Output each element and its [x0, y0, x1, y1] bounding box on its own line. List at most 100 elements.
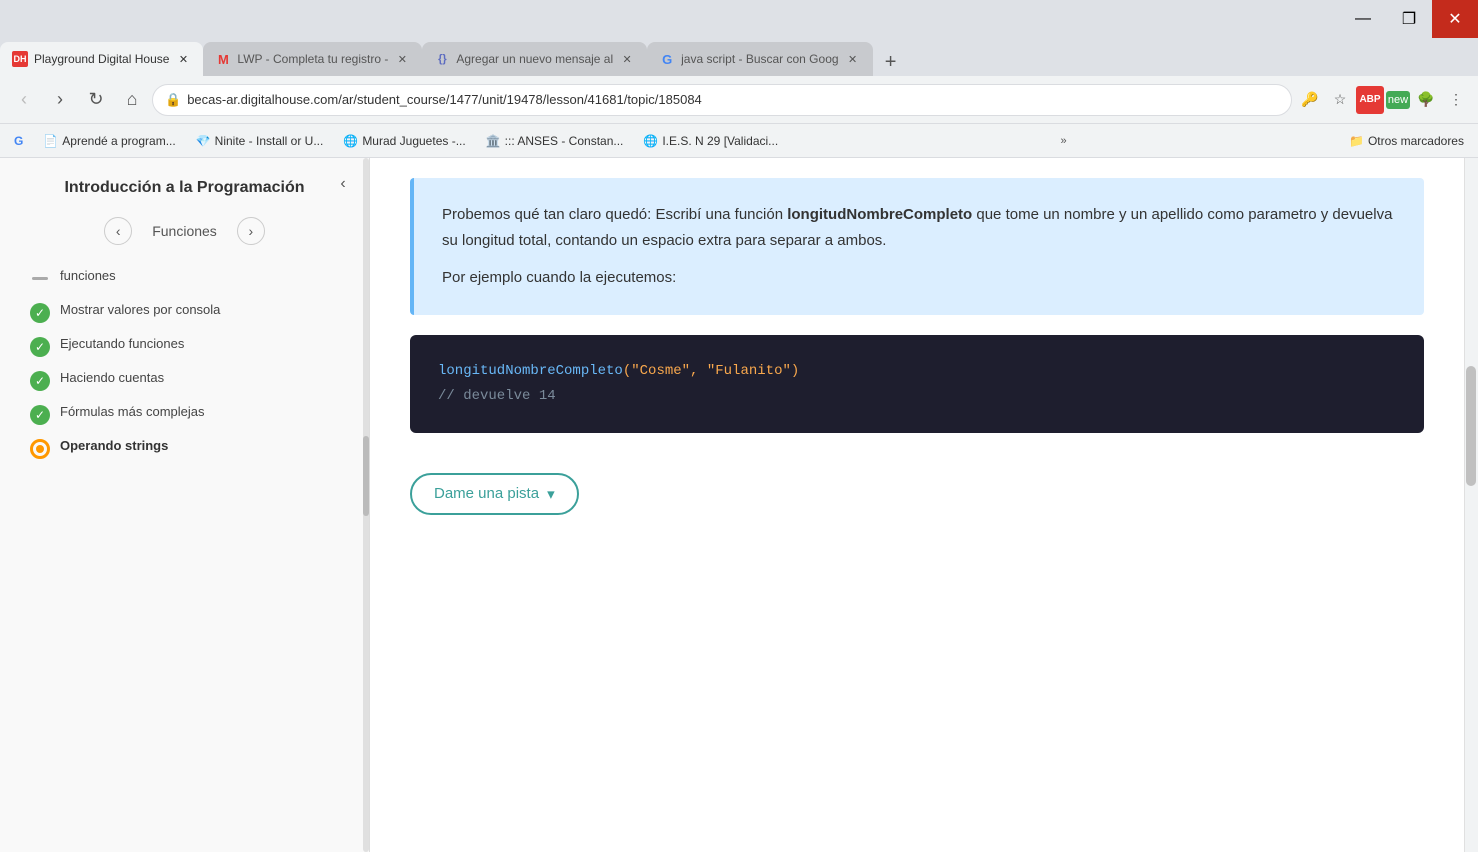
menu-button[interactable]: ⋮ — [1442, 86, 1470, 114]
sidebar-item-formulas[interactable]: ✓ Fórmulas más complejas — [0, 397, 369, 431]
address-text: becas-ar.digitalhouse.com/ar/student_cou… — [187, 92, 1279, 107]
bookmark-label-4: ::: ANSES - Constan... — [505, 134, 624, 148]
sidebar-item-label-haciendo: Haciendo cuentas — [60, 369, 164, 387]
tab-message[interactable]: {} Agregar un nuevo mensaje al ✕ — [422, 42, 647, 76]
orange-circle-icon — [30, 439, 50, 459]
check-icon-haciendo: ✓ — [30, 371, 50, 391]
back-button[interactable]: ‹ — [8, 84, 40, 116]
tab-close-1[interactable]: ✕ — [175, 51, 191, 67]
tab-close-4[interactable]: ✕ — [845, 51, 861, 67]
sidebar-prev-button[interactable]: ‹ — [104, 217, 132, 245]
bookmarks-folder[interactable]: 📁 Otros marcadores — [1343, 131, 1470, 151]
toolbar: ‹ › ↻ ⌂ 🔒 becas-ar.digitalhouse.com/ar/s… — [0, 76, 1478, 124]
bookmark-icon-5: 🌐 — [643, 134, 658, 148]
sidebar-item-mostrar[interactable]: ✓ Mostrar valores por consola — [0, 295, 369, 329]
refresh-button[interactable]: ↻ — [80, 84, 112, 116]
function-name-bold: longitudNombreCompleto — [787, 206, 972, 223]
maximize-button[interactable]: ❐ — [1386, 0, 1432, 38]
minimize-button[interactable]: — — [1340, 0, 1386, 38]
title-bar: — ❐ ✕ — [0, 0, 1478, 38]
sidebar-scrollbar[interactable] — [363, 158, 369, 852]
info-paragraph-1: Probemos qué tan claro quedó: Escribí un… — [442, 202, 1396, 253]
tab-favicon-2: M — [215, 51, 231, 67]
sidebar-item-operando[interactable]: Operando strings — [0, 431, 369, 465]
sidebar-item-label-mostrar: Mostrar valores por consola — [60, 301, 220, 319]
info-text-prefix: Probemos qué tan claro quedó: Escribí un… — [442, 206, 787, 223]
lock-icon: 🔒 — [165, 92, 181, 108]
sidebar-item-haciendo[interactable]: ✓ Haciendo cuentas — [0, 363, 369, 397]
code-line-1: longitudNombreCompleto("Cosme", "Fulanit… — [438, 359, 1396, 384]
sidebar: ‹ Introducción a la Programación ‹ Funci… — [0, 158, 370, 852]
code-comment: // devuelve 14 — [438, 388, 556, 404]
sidebar-section-title: Funciones — [152, 223, 217, 239]
tab-favicon-3: {} — [434, 51, 450, 67]
window-controls: — ❐ ✕ — [1340, 0, 1478, 38]
tab-bar: DH Playground Digital House ✕ M LWP - Co… — [0, 38, 1478, 76]
code-line-2: // devuelve 14 — [438, 384, 1396, 409]
new-tab-button[interactable]: + — [877, 48, 905, 76]
bookmark-ninite[interactable]: 💎 Ninite - Install or U... — [190, 131, 330, 151]
folder-icon: 📁 — [1349, 134, 1364, 148]
sidebar-items-list: funciones ✓ Mostrar valores por consola … — [0, 253, 369, 852]
bookmarks-folder-label: Otros marcadores — [1368, 134, 1464, 148]
toolbar-icons: 🔑 ☆ ABP new 🌳 ⋮ — [1296, 86, 1470, 114]
info-paragraph-2: Por ejemplo cuando la ejecutemos: — [442, 265, 1396, 291]
bookmark-label-2: Ninite - Install or U... — [215, 134, 324, 148]
bookmark-label-5: I.E.S. N 29 [Validaci... — [662, 134, 778, 148]
bookmark-google[interactable]: G — [8, 131, 29, 151]
tab-google[interactable]: G java script - Buscar con Goog ✕ — [647, 42, 872, 76]
content-scroll: Probemos qué tan claro quedó: Escribí un… — [370, 158, 1464, 535]
sidebar-item-label-ejecutando: Ejecutando funciones — [60, 335, 184, 353]
star-icon[interactable]: ☆ — [1326, 86, 1354, 114]
tab-favicon-4: G — [659, 51, 675, 67]
abp-icon[interactable]: ABP — [1356, 86, 1384, 114]
bookmark-label-1: Aprendé a program... — [62, 134, 175, 148]
sidebar-next-button[interactable]: › — [237, 217, 265, 245]
sidebar-nav: ‹ Funciones › — [0, 209, 369, 253]
address-bar[interactable]: 🔒 becas-ar.digitalhouse.com/ar/student_c… — [152, 84, 1292, 116]
content-area: ‹ Introducción a la Programación ‹ Funci… — [0, 158, 1478, 852]
info-box: Probemos qué tan claro quedó: Escribí un… — [410, 178, 1424, 315]
right-scrollbar-thumb — [1466, 366, 1476, 486]
google-icon: G — [14, 134, 23, 148]
sidebar-item-ejecutando[interactable]: ✓ Ejecutando funciones — [0, 329, 369, 363]
sidebar-item-label-operando: Operando strings — [60, 437, 168, 455]
forward-button[interactable]: › — [44, 84, 76, 116]
hint-button[interactable]: Dame una pista ▾ — [410, 473, 579, 515]
tab-close-2[interactable]: ✕ — [394, 51, 410, 67]
dash-icon — [30, 269, 50, 289]
chevron-down-icon: ▾ — [547, 485, 555, 503]
tab-label-2: LWP - Completa tu registro - — [237, 52, 388, 66]
bookmark-icon-1: 📄 — [43, 134, 58, 148]
key-icon[interactable]: 🔑 — [1296, 86, 1324, 114]
tab-favicon-1: DH — [12, 51, 28, 67]
tab-playground[interactable]: DH Playground Digital House ✕ — [0, 42, 203, 76]
tab-label-3: Agregar un nuevo mensaje al — [456, 52, 613, 66]
code-function-name: longitudNombreCompleto — [438, 363, 623, 379]
code-block: longitudNombreCompleto("Cosme", "Fulanit… — [410, 335, 1424, 433]
main-panel: Probemos qué tan claro quedó: Escribí un… — [370, 158, 1464, 852]
bookmarks-more-button[interactable]: » — [1057, 133, 1071, 149]
sidebar-item-funciones[interactable]: funciones — [0, 261, 369, 295]
bookmark-icon-2: 💎 — [196, 134, 211, 148]
right-scrollbar[interactable] — [1464, 158, 1478, 852]
bookmark-ies[interactable]: 🌐 I.E.S. N 29 [Validaci... — [637, 131, 784, 151]
sidebar-item-label-funciones: funciones — [60, 267, 116, 285]
tab-close-3[interactable]: ✕ — [619, 51, 635, 67]
bookmark-aprende[interactable]: 📄 Aprendé a program... — [37, 131, 181, 151]
check-icon-formulas: ✓ — [30, 405, 50, 425]
bookmark-icon-3: 🌐 — [343, 134, 358, 148]
home-button[interactable]: ⌂ — [116, 84, 148, 116]
extension-icon[interactable]: new — [1386, 91, 1410, 109]
sidebar-title: Introducción a la Programación — [16, 178, 353, 199]
close-button[interactable]: ✕ — [1432, 0, 1478, 38]
bookmark-murad[interactable]: 🌐 Murad Juguetes -... — [337, 131, 471, 151]
bookmark-anses[interactable]: 🏛️ ::: ANSES - Constan... — [480, 131, 630, 151]
tree-icon[interactable]: 🌳 — [1412, 86, 1440, 114]
sidebar-header: Introducción a la Programación — [0, 158, 369, 209]
tab-lwp[interactable]: M LWP - Completa tu registro - ✕ — [203, 42, 422, 76]
bookmarks-bar: G 📄 Aprendé a program... 💎 Ninite - Inst… — [0, 124, 1478, 158]
sidebar-collapse-button[interactable]: ‹ — [329, 170, 357, 198]
tab-label-1: Playground Digital House — [34, 52, 169, 66]
bookmark-label-3: Murad Juguetes -... — [362, 134, 465, 148]
